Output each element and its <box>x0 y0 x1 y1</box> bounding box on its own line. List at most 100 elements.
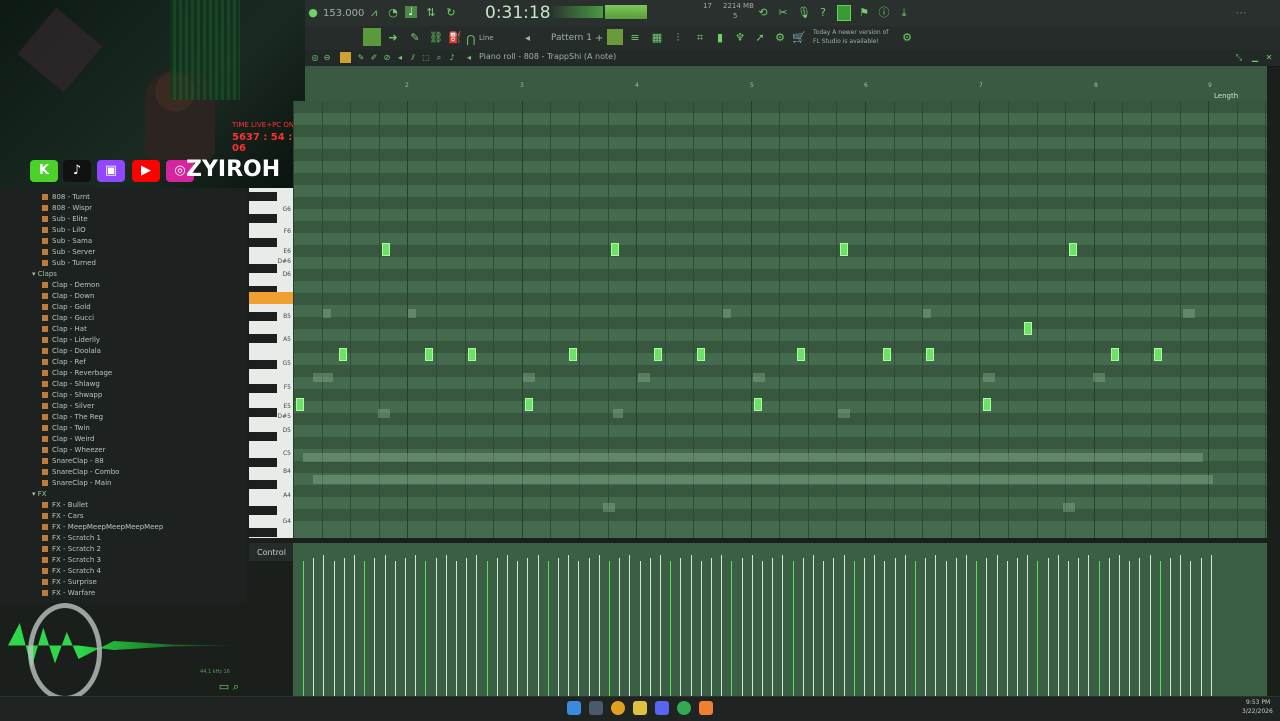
velocity-bar[interactable] <box>588 558 590 696</box>
velocity-bar[interactable] <box>996 555 998 696</box>
velocity-bar[interactable] <box>343 558 345 696</box>
browser-item[interactable]: FX - Surprise <box>42 577 97 588</box>
note-block[interactable] <box>468 348 476 361</box>
velocity-bar[interactable] <box>1078 558 1080 696</box>
velocity-bar[interactable] <box>731 561 733 696</box>
browser-item[interactable]: Clap - Gold <box>42 302 91 313</box>
folder-fx[interactable]: ▾ FX <box>32 489 47 500</box>
browser-item[interactable]: Sub - LilO <box>42 225 86 236</box>
velocity-bar[interactable] <box>751 555 753 696</box>
velocity-bar[interactable] <box>313 558 315 696</box>
undo-history-icon[interactable]: ⟲ <box>757 7 769 19</box>
velocity-bar[interactable] <box>435 558 437 696</box>
chrome-2-icon[interactable] <box>677 701 691 715</box>
pr-play-icon[interactable]: ◂ <box>463 52 475 64</box>
velocity-bar[interactable] <box>568 555 570 696</box>
velocity-bar[interactable] <box>374 558 376 696</box>
news-line-2[interactable]: FL Studio is available! <box>813 38 879 45</box>
velocity-bar[interactable] <box>711 558 712 696</box>
piano-keyboard[interactable]: G6F6E6D#6D6C6B5A5G5F5D#5E5D5C5B4A4G4 <box>249 188 294 538</box>
note-block[interactable] <box>926 348 934 361</box>
velocity-bar[interactable] <box>700 561 702 696</box>
note-block[interactable] <box>1154 348 1162 361</box>
browser-item[interactable]: Clap - Liderlly <box>42 335 100 346</box>
velocity-bar[interactable] <box>496 558 498 696</box>
velocity-bar[interactable] <box>741 558 743 696</box>
record-dot-icon[interactable]: ● <box>307 7 319 19</box>
piano-roll-grid[interactable] <box>293 101 1267 538</box>
velocity-bar[interactable] <box>1068 561 1069 696</box>
velocity-bar[interactable] <box>782 555 784 696</box>
velocity-bar[interactable] <box>853 561 855 696</box>
black-key[interactable] <box>249 480 277 489</box>
black-key[interactable] <box>249 432 277 441</box>
piano-roll-mode-icon[interactable] <box>363 28 381 46</box>
hierarchy-icon[interactable]: ⌗ <box>694 32 706 44</box>
browser-item[interactable]: 808 - Turnt <box>42 192 90 203</box>
note-block[interactable] <box>883 348 891 361</box>
pr-detach-icon[interactable]: ⤡ <box>1233 52 1245 64</box>
velocity-bar[interactable] <box>394 561 396 696</box>
velocity-bar[interactable] <box>537 555 539 696</box>
browser-item[interactable]: Sub - Server <box>42 247 95 258</box>
black-key[interactable] <box>249 506 277 515</box>
browser-item[interactable]: SnareClap - 88 <box>42 456 104 467</box>
pr-minimize-icon[interactable]: ▁ <box>1249 52 1261 64</box>
start-icon[interactable] <box>567 701 581 715</box>
browser-item[interactable]: FX - Bullet <box>42 500 88 511</box>
black-key[interactable] <box>249 384 277 393</box>
velocity-bar[interactable] <box>802 558 804 696</box>
info-icon[interactable]: ⓘ <box>878 7 890 19</box>
velocity-bar[interactable] <box>1088 555 1090 696</box>
cut-icon[interactable]: ✂ <box>777 7 789 19</box>
velocity-bar[interactable] <box>466 558 468 696</box>
velocity-bar[interactable] <box>1180 555 1182 696</box>
pr-slice-icon[interactable]: ⫽ <box>407 52 419 64</box>
velocity-bar[interactable] <box>333 561 335 696</box>
browser-item[interactable]: 808 - Wispr <box>42 203 92 214</box>
velocity-bar[interactable] <box>986 558 988 696</box>
arrow-right-icon[interactable]: ➜ <box>387 32 399 44</box>
note-block[interactable] <box>1111 348 1119 361</box>
velocity-bar[interactable] <box>864 558 865 696</box>
velocity-bar[interactable] <box>955 558 957 696</box>
black-key[interactable] <box>249 192 277 201</box>
playlist-icon[interactable]: ≡ <box>629 32 641 44</box>
velocity-bar[interactable] <box>405 558 406 696</box>
note-block[interactable] <box>840 243 848 256</box>
black-key[interactable] <box>249 214 277 223</box>
velocity-bar[interactable] <box>609 561 610 696</box>
browser-item[interactable]: Clap - Gucci <box>42 313 94 324</box>
velocity-bar[interactable] <box>1017 558 1018 696</box>
velocity-bar[interactable] <box>772 558 774 696</box>
note-block[interactable] <box>425 348 433 361</box>
velocity-bar[interactable] <box>527 558 529 696</box>
pencil-icon[interactable]: ✎ <box>409 32 421 44</box>
browser-item[interactable]: Sub - Sama <box>42 236 92 247</box>
browser-item[interactable]: Clap - Reverbage <box>42 368 112 379</box>
loop-icon[interactable]: ↻ <box>445 7 457 19</box>
browser-item[interactable]: FX - Cars <box>42 511 84 522</box>
browser-item[interactable]: FX - Scratch 3 <box>42 555 101 566</box>
highlighted-key-c6[interactable] <box>249 292 293 304</box>
browser-item[interactable]: FX - Scratch 2 <box>42 544 101 555</box>
chrome-icon[interactable] <box>611 701 625 715</box>
play-led[interactable] <box>837 5 851 21</box>
length-label[interactable]: Length <box>1214 92 1238 100</box>
velocity-bar[interactable] <box>1006 561 1008 696</box>
note-block[interactable] <box>339 348 347 361</box>
velocity-lane[interactable] <box>293 543 1267 696</box>
velocity-bar[interactable] <box>1170 558 1171 696</box>
note-block[interactable] <box>296 398 304 411</box>
pr-back-icon[interactable]: ⊖ <box>321 52 333 64</box>
browser-item[interactable]: Clap - Weird <box>42 434 95 445</box>
browser-item[interactable]: Clap - Down <box>42 291 94 302</box>
pr-close-icon[interactable]: ✕ <box>1263 52 1275 64</box>
velocity-bar[interactable] <box>578 561 580 696</box>
tag-icon[interactable]: ➚ <box>754 32 766 44</box>
black-key[interactable] <box>249 264 277 273</box>
folder-claps[interactable]: ▾ Claps <box>32 269 57 280</box>
browser-item[interactable]: Clap - Doolala <box>42 346 101 357</box>
velocity-bar[interactable] <box>1159 561 1161 696</box>
magnet-icon[interactable]: ⋂ <box>465 34 477 46</box>
